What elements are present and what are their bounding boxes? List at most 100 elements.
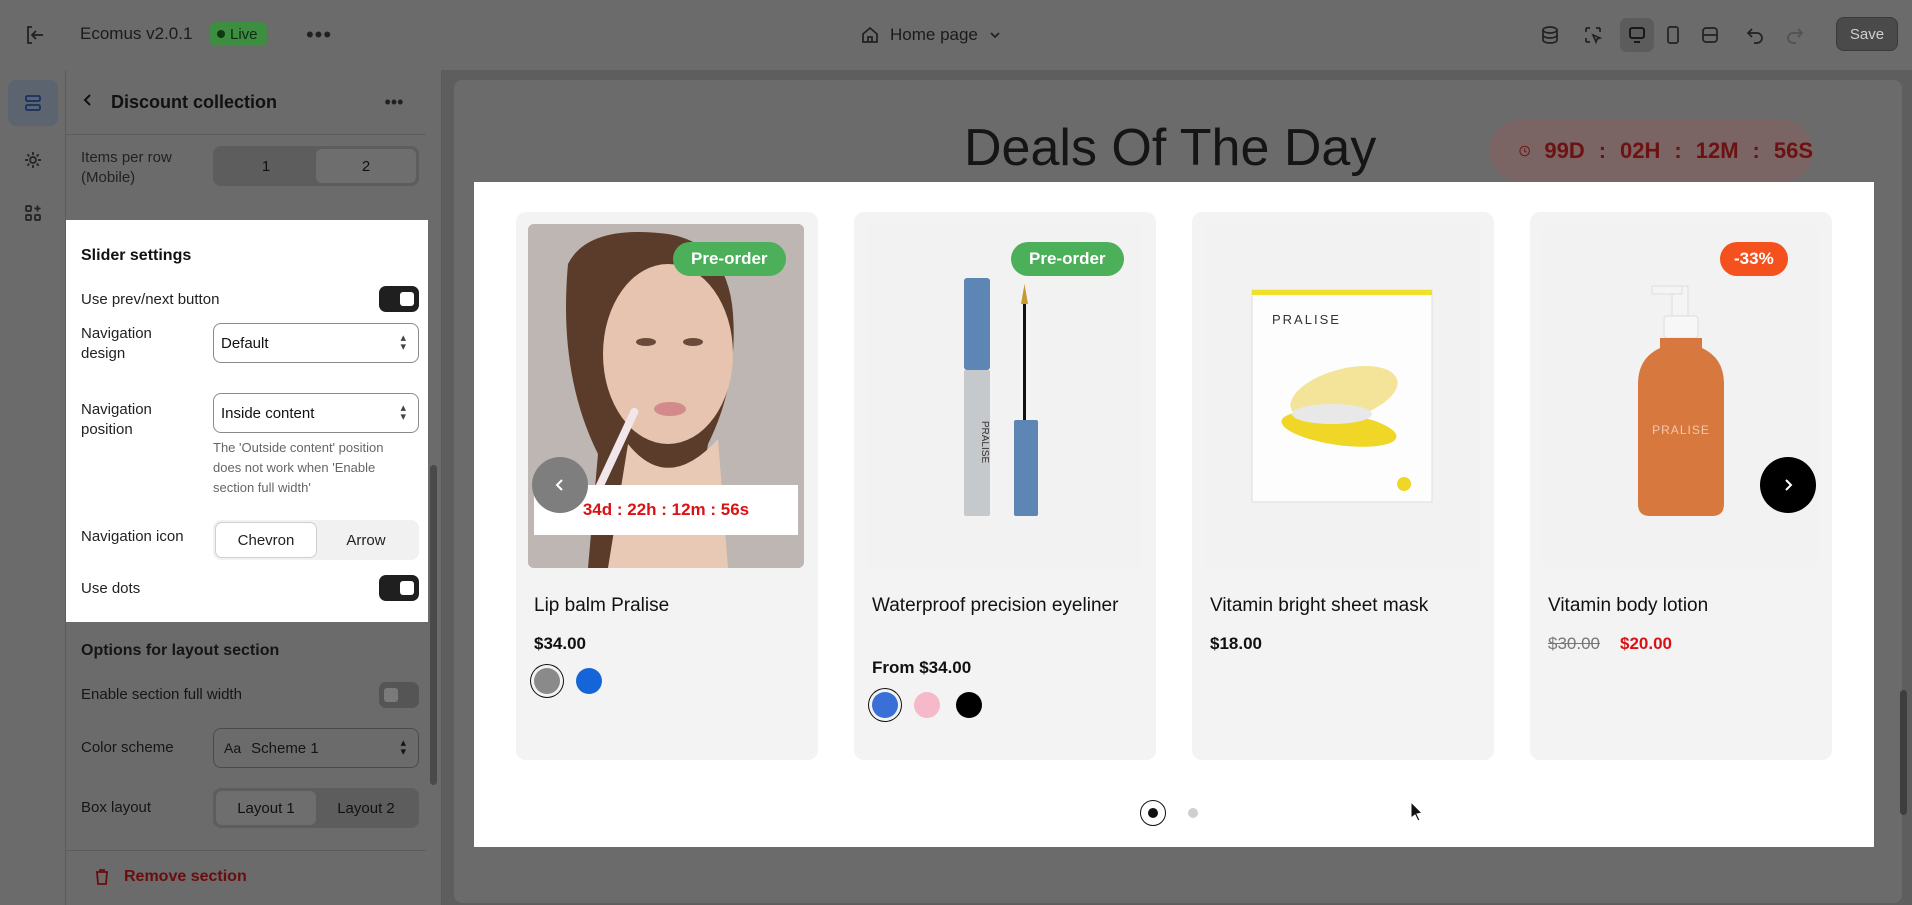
box-layout-option-1[interactable]: Layout 1 bbox=[216, 791, 316, 825]
countdown-sep: : bbox=[1674, 138, 1682, 163]
items-per-row-option-2[interactable]: 2 bbox=[316, 149, 416, 183]
color-scheme-select[interactable]: Aa Scheme 1 ▴ ▾ bbox=[213, 728, 419, 768]
home-icon bbox=[862, 26, 878, 43]
inspect-icon[interactable] bbox=[1578, 20, 1608, 50]
items-per-row-label: Items per row (Mobile) bbox=[81, 149, 172, 186]
color-swatch-blue[interactable] bbox=[872, 692, 898, 718]
fullscreen-icon[interactable] bbox=[1695, 20, 1725, 50]
undo-icon[interactable] bbox=[1740, 20, 1770, 50]
countdown-sep: : bbox=[1752, 138, 1760, 163]
color-swatch-grey[interactable] bbox=[534, 668, 560, 694]
mobile-view-icon[interactable] bbox=[1658, 20, 1688, 50]
badge-label: Pre-order bbox=[1029, 249, 1106, 268]
save-button[interactable]: Save bbox=[1836, 17, 1898, 51]
navigation-position-select[interactable]: Inside content ▴ ▾ bbox=[213, 393, 419, 433]
remove-section-label: Remove section bbox=[124, 868, 247, 885]
navigation-icon-segmented: Chevron Arrow bbox=[213, 520, 419, 560]
product-image[interactable]: PRALISE bbox=[1542, 224, 1818, 568]
product-title[interactable]: Vitamin bright sheet mask bbox=[1210, 594, 1480, 618]
product-price: $18.00 bbox=[1210, 634, 1262, 653]
save-label: Save bbox=[1849, 25, 1885, 43]
navigation-design-label: Navigation design bbox=[81, 325, 152, 362]
product-old-price: $30.00 bbox=[1548, 634, 1600, 653]
preorder-badge: Pre-order bbox=[673, 242, 786, 276]
exit-icon[interactable] bbox=[20, 20, 50, 50]
product-sale-price: $20.00 bbox=[1620, 634, 1672, 653]
slider-dot-active[interactable] bbox=[1140, 800, 1166, 826]
use-prev-next-label: Use prev/next button bbox=[81, 291, 220, 308]
product-card[interactable]: Pre-order 34d : 22h : 12m : 56s Lip balm… bbox=[516, 212, 818, 760]
countdown-minutes: 12M bbox=[1695, 138, 1739, 163]
settings-gear-icon[interactable] bbox=[18, 145, 48, 175]
color-swatch-pink[interactable] bbox=[914, 692, 940, 718]
panel-more-icon[interactable]: ••• bbox=[379, 90, 409, 114]
trash-icon bbox=[96, 869, 108, 885]
navigation-design-select[interactable]: Default ▴ ▾ bbox=[213, 323, 419, 363]
box-layout-label: Box layout bbox=[81, 799, 152, 816]
box-layout-option-2[interactable]: Layout 2 bbox=[316, 791, 416, 825]
panel-divider bbox=[66, 134, 426, 135]
sale-badge: -33% bbox=[1720, 242, 1788, 276]
preorder-badge: Pre-order bbox=[1011, 242, 1124, 276]
countdown-sep: : bbox=[1598, 138, 1607, 163]
mouse-cursor-icon bbox=[1410, 800, 1424, 826]
product-card[interactable]: PRALISE Vitamin bright sheet mask $18.00 bbox=[1192, 212, 1494, 760]
navigation-icon-label: Navigation icon bbox=[81, 528, 184, 545]
live-badge: Live bbox=[210, 22, 267, 46]
panel-scrollbar[interactable] bbox=[430, 465, 437, 785]
prev-slide-button[interactable] bbox=[532, 457, 588, 513]
product-title[interactable]: Vitamin body lotion bbox=[1548, 594, 1818, 618]
countdown-seconds: 56S bbox=[1773, 138, 1813, 163]
redo-icon[interactable] bbox=[1780, 20, 1810, 50]
navigation-icon-chevron[interactable]: Chevron bbox=[216, 523, 316, 557]
use-prev-next-toggle[interactable] bbox=[379, 286, 419, 312]
product-image[interactable]: PRALISE bbox=[1204, 224, 1480, 568]
navigation-icon-arrow[interactable]: Arrow bbox=[316, 523, 416, 557]
slider-dot[interactable] bbox=[1188, 808, 1198, 818]
product-timer-value: 34d : 22h : 12m : 56s bbox=[582, 500, 750, 519]
product-card[interactable]: PRALISE Pre-order Waterproof precision e… bbox=[854, 212, 1156, 760]
slider-settings-card: Slider settings Use prev/next button Nav… bbox=[66, 220, 428, 622]
live-dot-icon bbox=[217, 30, 225, 38]
eyeliner-brand-text: PRALISE bbox=[979, 421, 990, 464]
back-icon[interactable] bbox=[76, 88, 100, 112]
sections-icon[interactable] bbox=[8, 80, 58, 126]
color-scheme-value: Scheme 1 bbox=[251, 739, 319, 757]
canvas-scrollbar[interactable] bbox=[1900, 690, 1907, 815]
remove-section-button[interactable]: Remove section bbox=[94, 868, 247, 886]
color-swatch-black[interactable] bbox=[956, 692, 982, 718]
mask-brand-text: PRALISE bbox=[1272, 312, 1341, 327]
navigation-position-help: The 'Outside content' position does not … bbox=[213, 440, 384, 495]
full-width-label: Enable section full width bbox=[81, 686, 242, 703]
settings-panel: Discount collection ••• Items per row (M… bbox=[66, 70, 442, 905]
badge-label: Pre-order bbox=[691, 249, 768, 268]
badge-label: -33% bbox=[1734, 249, 1774, 268]
countdown-hours: 02H bbox=[1620, 138, 1661, 163]
deals-heading: Deals Of The Day bbox=[964, 119, 1377, 177]
navigation-design-value: Default bbox=[221, 334, 269, 352]
items-per-row-option-1[interactable]: 1 bbox=[216, 149, 316, 183]
chevron-right-icon bbox=[1785, 479, 1793, 491]
page-selector[interactable]: Home page bbox=[860, 20, 1002, 50]
next-slide-button[interactable] bbox=[1760, 457, 1816, 513]
product-title[interactable]: Waterproof precision eyeliner bbox=[872, 594, 1142, 618]
product-price: From $34.00 bbox=[872, 658, 972, 677]
apps-icon[interactable] bbox=[18, 198, 48, 228]
navigation-position-value: Inside content bbox=[221, 404, 315, 422]
full-width-toggle[interactable] bbox=[379, 682, 419, 708]
app-name: Ecomus v2.0.1 bbox=[80, 24, 193, 43]
color-swatch-blue[interactable] bbox=[576, 668, 602, 694]
navigation-position-label: Navigation position bbox=[81, 401, 152, 438]
use-dots-toggle[interactable] bbox=[379, 575, 419, 601]
desktop-view-icon[interactable] bbox=[1620, 18, 1654, 52]
color-scheme-label: Color scheme bbox=[81, 739, 174, 756]
product-card[interactable]: PRALISE -33% Vitamin body lotion $30.00 … bbox=[1530, 212, 1832, 760]
chevron-left-icon bbox=[555, 479, 563, 491]
product-title[interactable]: Lip balm Pralise bbox=[534, 594, 804, 618]
select-arrows-icon: ▴ ▾ bbox=[400, 332, 406, 353]
layout-options-heading: Options for layout section bbox=[81, 642, 280, 659]
panel-footer-divider bbox=[66, 850, 426, 851]
more-options-icon[interactable]: ••• bbox=[303, 20, 335, 50]
countdown-days: 99D bbox=[1544, 138, 1585, 163]
database-icon[interactable] bbox=[1535, 20, 1565, 50]
